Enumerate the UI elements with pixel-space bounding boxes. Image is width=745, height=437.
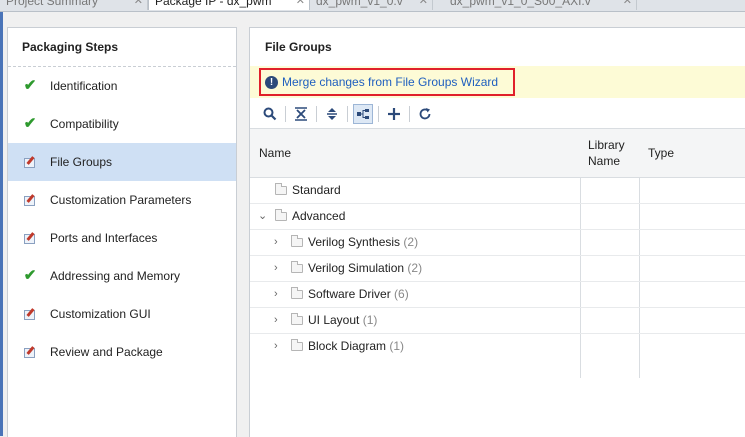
file-count: (6) xyxy=(394,287,409,301)
folder-icon xyxy=(291,235,303,247)
table-row[interactable]: › Verilog Simulation (2) xyxy=(250,256,745,282)
step-label: Compatibility xyxy=(50,117,119,131)
step-review-and-package[interactable]: Review and Package xyxy=(8,333,236,371)
checkmark-icon: ✔ xyxy=(23,267,37,284)
row-label: Block Diagram xyxy=(308,339,387,353)
merge-changes-highlight: ! Merge changes from File Groups Wizard xyxy=(259,68,515,96)
step-label: Ports and Interfaces xyxy=(50,231,158,245)
folder-icon xyxy=(291,339,303,351)
file-count: (1) xyxy=(362,313,378,327)
edit-document-icon xyxy=(22,219,38,257)
step-label: Customization GUI xyxy=(50,307,151,321)
close-icon[interactable]: ✕ xyxy=(419,0,428,10)
window-edge xyxy=(0,12,3,436)
toolbar-separator xyxy=(347,106,348,122)
edit-document-icon xyxy=(22,333,38,371)
info-banner: ! Merge changes from File Groups Wizard xyxy=(250,66,745,98)
chevron-right-icon[interactable]: › xyxy=(274,282,278,307)
tab-label: dx_pwm_v1_0_S00_AXI.v xyxy=(450,0,591,8)
chevron-right-icon[interactable]: › xyxy=(274,308,278,333)
table-row[interactable]: › UI Layout (1) xyxy=(250,308,745,334)
info-icon: ! xyxy=(265,75,278,89)
merge-changes-link[interactable]: Merge changes from File Groups Wizard xyxy=(282,75,498,89)
column-header-name[interactable]: Name xyxy=(259,129,291,177)
file-count: (2) xyxy=(403,235,419,249)
step-compatibility[interactable]: ✔ Compatibility xyxy=(8,105,236,143)
step-label: Identification xyxy=(50,79,118,93)
close-icon[interactable]: ✕ xyxy=(134,0,143,10)
row-label: Advanced xyxy=(292,209,346,223)
chevron-right-icon[interactable]: › xyxy=(274,334,278,359)
folder-icon xyxy=(291,287,303,299)
file-count: (1) xyxy=(389,339,405,353)
column-header-library-name[interactable]: Library Name xyxy=(588,129,638,177)
chevron-right-icon[interactable]: › xyxy=(274,230,278,255)
toolbar-separator xyxy=(409,106,410,122)
file-groups-table: Name Library Name Type Standard ⌄ Advanc… xyxy=(250,128,745,378)
folder-icon xyxy=(275,209,287,221)
file-groups-title: File Groups xyxy=(250,28,745,67)
row-label: Standard xyxy=(292,183,341,197)
step-file-groups[interactable]: File Groups xyxy=(8,143,236,181)
row-label: Verilog Synthesis xyxy=(308,235,401,249)
file-count: (2) xyxy=(407,261,423,275)
packaging-steps-title: Packaging Steps xyxy=(8,28,236,67)
expand-all-icon[interactable] xyxy=(322,104,342,124)
tab-dx-pwm-axi[interactable]: dx_pwm_v1_0_S00_AXI.v ✕ xyxy=(444,0,637,10)
folder-icon xyxy=(275,183,287,195)
panel-splitter[interactable] xyxy=(237,27,247,436)
packaging-steps-panel: Packaging Steps ✔ Identification ✔ Compa… xyxy=(7,27,237,437)
step-addressing-and-memory[interactable]: ✔ Addressing and Memory xyxy=(8,257,236,295)
close-icon[interactable]: ✕ xyxy=(296,0,305,10)
step-label: File Groups xyxy=(50,155,113,169)
row-label: Software Driver xyxy=(308,287,391,301)
toolbar-separator xyxy=(285,106,286,122)
edit-document-icon xyxy=(22,181,38,219)
step-identification[interactable]: ✔ Identification xyxy=(8,67,236,105)
table-row[interactable]: › Software Driver (6) xyxy=(250,282,745,308)
table-header: Name Library Name Type xyxy=(250,128,745,178)
step-customization-parameters[interactable]: Customization Parameters xyxy=(8,181,236,219)
step-customization-gui[interactable]: Customization GUI xyxy=(8,295,236,333)
step-label: Addressing and Memory xyxy=(50,269,181,283)
tab-label: dx_pwm_v1_0.v xyxy=(316,0,403,8)
collapse-all-icon[interactable] xyxy=(291,104,311,124)
table-row[interactable]: ⌄ Advanced xyxy=(250,204,745,230)
toolbar-separator xyxy=(316,106,317,122)
row-label: UI Layout xyxy=(308,313,360,327)
close-icon[interactable]: ✕ xyxy=(623,0,632,10)
toolbar-separator xyxy=(378,106,379,122)
file-groups-panel: File Groups ! Merge changes from File Gr… xyxy=(249,27,745,437)
chevron-right-icon[interactable]: › xyxy=(274,256,278,281)
tab-label: Project Summary xyxy=(6,0,99,8)
column-header-type[interactable]: Type xyxy=(648,129,674,177)
edit-document-icon xyxy=(22,295,38,333)
table-row[interactable]: › Block Diagram (1) xyxy=(250,334,745,359)
tab-package-ip[interactable]: Package IP - dx_pwm ✕ xyxy=(148,0,310,10)
checkmark-icon: ✔ xyxy=(23,77,37,94)
table-row[interactable]: Standard xyxy=(250,178,745,204)
step-ports-and-interfaces[interactable]: Ports and Interfaces xyxy=(8,219,236,257)
hierarchy-icon[interactable] xyxy=(353,104,373,124)
chevron-down-icon[interactable]: ⌄ xyxy=(258,204,267,229)
edit-document-icon xyxy=(22,143,38,181)
editor-tab-bar: Project Summary ✕ Package IP - dx_pwm ✕ … xyxy=(0,0,745,12)
step-label: Customization Parameters xyxy=(50,193,192,207)
add-icon[interactable] xyxy=(384,104,404,124)
refresh-icon[interactable] xyxy=(415,104,435,124)
tab-label: Package IP - dx_pwm xyxy=(155,0,272,8)
folder-icon xyxy=(291,261,303,273)
tab-project-summary[interactable]: Project Summary ✕ xyxy=(0,0,148,10)
row-label: Verilog Simulation xyxy=(308,261,405,275)
checkmark-icon: ✔ xyxy=(23,115,37,132)
search-icon[interactable] xyxy=(260,104,280,124)
step-label: Review and Package xyxy=(50,345,163,359)
file-groups-toolbar xyxy=(250,100,745,128)
table-row[interactable]: › Verilog Synthesis (2) xyxy=(250,230,745,256)
tab-dx-pwm-v[interactable]: dx_pwm_v1_0.v ✕ xyxy=(310,0,433,10)
folder-icon xyxy=(291,313,303,325)
